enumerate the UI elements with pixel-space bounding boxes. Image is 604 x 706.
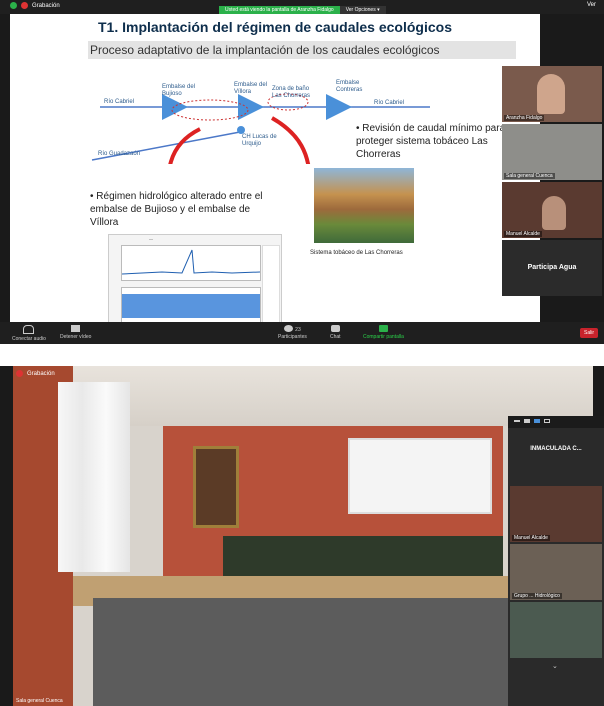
zoom-screenshot-bottom: Grabación INMACULADA C... Manuel Alcalde… xyxy=(0,366,604,706)
label-ch-lucas: CH Lucas de Urquijo xyxy=(242,134,277,147)
participant-name: Sala general Cuenca xyxy=(504,173,555,179)
participant-name: Manuel Alcalde xyxy=(504,231,542,237)
video-label: Detener vídeo xyxy=(60,334,92,340)
bullet-revision-caudal: • Revisión de caudal mínimo para protege… xyxy=(356,123,506,160)
participants-icon-wrap: 23 xyxy=(284,325,301,334)
share-label: Compartir pantalla xyxy=(363,334,404,340)
altered-zone-ellipse xyxy=(171,99,249,121)
red-arrow-left xyxy=(168,127,201,164)
projection-screen xyxy=(348,438,492,514)
chevron-down-icon[interactable]: ⌄ xyxy=(552,662,558,670)
conference-room-video xyxy=(13,366,593,706)
view-options-button[interactable]: Ver Opciones ▾ xyxy=(339,6,386,14)
recording-indicator: Grabación xyxy=(10,2,60,9)
speaker-view-icon[interactable] xyxy=(524,419,530,423)
share-icon xyxy=(378,325,388,332)
bullet-regimen-text: Régimen hidrológico alterado entre el em… xyxy=(90,191,263,228)
audio-label: Conectar audio xyxy=(12,336,46,342)
label-embalse-contreras: Embalse Contreras xyxy=(336,80,363,93)
chat-icon xyxy=(330,325,340,332)
bottom-toolbar: Conectar audio Detener vídeo 23 Particip… xyxy=(0,322,604,344)
participant-tile[interactable]: Sala general Cuenca xyxy=(502,124,602,180)
people-icon xyxy=(284,325,294,332)
recording-indicator: Grabación xyxy=(16,370,55,377)
participant-tile[interactable] xyxy=(510,602,602,658)
plot-top-line xyxy=(121,249,261,275)
chart-legend xyxy=(262,245,280,322)
participant-avatar xyxy=(537,74,565,114)
chart-plot-bottom xyxy=(121,287,261,322)
participant-tile[interactable]: Participa Agua xyxy=(502,240,602,296)
participant-name: Manuel Alcalde xyxy=(512,535,550,541)
hydro-plant-icon xyxy=(237,126,245,134)
participant-big-name: Participa Agua xyxy=(527,264,577,271)
portrait-painting xyxy=(193,446,239,528)
participant-side-panel: INMACULADA C... Manuel Alcalde Grupo ...… xyxy=(508,416,604,706)
share-screen-button[interactable]: Compartir pantalla xyxy=(363,325,404,340)
participant-tile[interactable]: Manuel Alcalde xyxy=(502,182,602,238)
headphones-icon xyxy=(23,325,35,334)
participant-tile[interactable]: Grupo ... Hidrológico xyxy=(510,544,602,600)
label-zona-bano: Zona de baño Las Chorreras xyxy=(272,86,311,99)
strip-view-icon[interactable] xyxy=(534,419,540,423)
side-panel-header xyxy=(508,416,604,428)
label-rio-cabriel-right: Río Cabriel xyxy=(374,100,405,106)
top-bar: Grabación Usted está viendo la pantalla … xyxy=(0,0,604,14)
grid-view-icon[interactable] xyxy=(544,419,550,423)
participants-count: 23 xyxy=(295,326,301,333)
photo-caption: Sistema tobáceo de Las Chorreras xyxy=(310,250,403,256)
window-curtain xyxy=(58,382,130,572)
participant-name: Aranzha Fidalgo xyxy=(504,115,545,121)
plot-bottom-band xyxy=(122,294,260,318)
chat-label: Chat xyxy=(330,334,341,340)
reservoir-contreras-icon xyxy=(326,94,352,120)
record-icon xyxy=(16,370,23,377)
participant-name: Grupo ... Hidrológico xyxy=(512,593,562,599)
participant-tile[interactable]: Manuel Alcalde xyxy=(510,486,602,542)
plot-top-svg xyxy=(121,249,261,275)
flow-chart-image: — xyxy=(108,234,282,322)
room-name-label: Sala general Cuenca xyxy=(16,698,63,704)
recording-label: Grabación xyxy=(27,370,55,377)
audio-button[interactable]: Conectar audio xyxy=(12,325,46,342)
camera-icon xyxy=(71,325,81,332)
plot-bottom-svg xyxy=(122,294,260,318)
zoom-screenshot-top: Grabación Usted está viendo la pantalla … xyxy=(0,0,604,344)
view-button[interactable]: Ver xyxy=(587,2,596,8)
participants-label: Participantes xyxy=(278,334,307,340)
sharing-banner: Usted está viendo la pantalla de Aranzha… xyxy=(219,6,386,14)
sharing-text: Usted está viendo la pantalla de Aranzha… xyxy=(219,6,340,14)
exit-button[interactable]: Salir xyxy=(580,328,598,338)
bullet-revision-caudal-text: Revisión de caudal mínimo para proteger … xyxy=(356,123,506,160)
bullet-regimen: • Régimen hidrológico alterado entre el … xyxy=(90,191,263,228)
shared-slide: T1. Implantación del régimen de caudales… xyxy=(10,14,540,322)
reservoir-villora-icon xyxy=(238,94,264,120)
participants-button[interactable]: 23 Participantes xyxy=(278,325,307,340)
label-embalse-bujioso: Embalse del Bujioso xyxy=(162,84,196,97)
video-button[interactable]: Detener vídeo xyxy=(60,325,91,340)
panel-table xyxy=(223,536,503,576)
shield-icon xyxy=(10,2,17,9)
participant-tile[interactable]: Aranzha Fidalgo xyxy=(502,66,602,122)
minimize-icon[interactable] xyxy=(514,420,520,422)
chorreras-photo xyxy=(314,168,414,243)
record-icon xyxy=(21,2,28,9)
chart-plot-top xyxy=(121,245,261,281)
label-rio-guadazaon: Río Guadazaón xyxy=(98,151,141,157)
featured-participant-name: INMACULADA C... xyxy=(530,446,582,452)
label-rio-cabriel-left: Río Cabriel xyxy=(104,99,135,105)
chart-title-blur: — xyxy=(149,236,153,241)
recording-label: Grabación xyxy=(32,2,60,9)
participant-gallery: Aranzha Fidalgo Sala general Cuenca Manu… xyxy=(502,66,602,298)
participant-avatar xyxy=(542,196,566,230)
chat-button[interactable]: Chat xyxy=(330,325,341,340)
